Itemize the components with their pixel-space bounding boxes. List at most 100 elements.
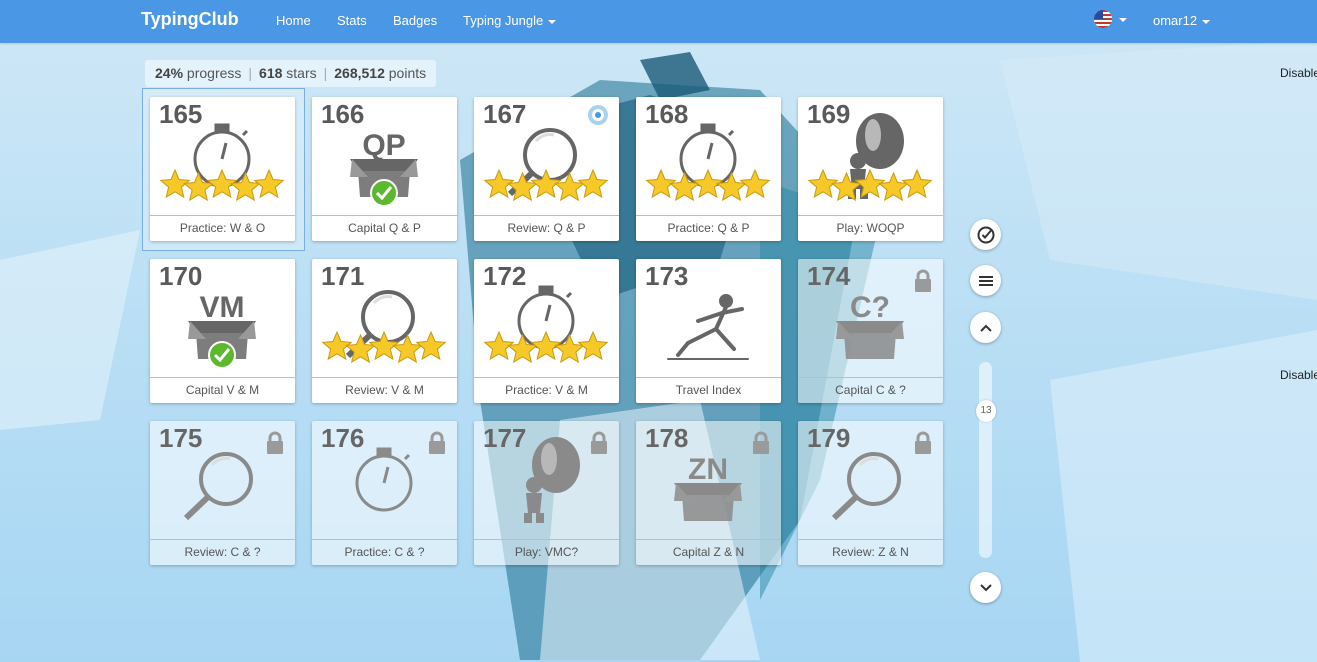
disable-label[interactable]: Disable [1280,66,1317,80]
box-icon: C? [836,291,904,359]
svg-text:ZN: ZN [688,453,728,486]
svg-text:C?: C? [850,291,890,324]
star-icon [553,333,586,364]
lock-icon [591,431,607,454]
language-dropdown[interactable] [1092,8,1132,32]
nav-badges[interactable]: Badges [393,13,437,28]
lesson-card-169[interactable]: 169 Play: WOQP [798,97,943,241]
lesson-card-179[interactable]: 179 Review: Z & N [798,421,943,565]
menu-icon [978,275,993,286]
points-label: points [388,65,427,81]
lesson-number: 173 [645,261,689,291]
star-icon [668,171,701,202]
caret-down-icon [1119,18,1127,22]
lesson-title: Capital V & M [150,377,295,403]
lesson-number: 179 [807,423,851,453]
balloon-icon [524,437,580,523]
lesson-title: Practice: V & M [474,377,619,403]
lock-icon [267,431,283,454]
magnifier-icon [183,452,253,521]
menu-button[interactable] [970,265,1001,296]
lesson-card-172[interactable]: 172 Practice: V & M [474,259,619,403]
lesson-title: Practice: C & ? [312,539,457,565]
magnifier-icon [831,452,901,521]
lesson-title: Practice: Q & P [636,215,781,241]
lesson-number: 174 [807,261,851,291]
lesson-title: Review: Z & N [798,539,943,565]
page-indicator[interactable]: 13 [976,400,996,422]
lesson-card-170[interactable]: VM 170 Capital V & M [150,259,295,403]
lesson-number: 170 [159,261,203,291]
brand-logo[interactable]: TypingClub [141,9,239,30]
lesson-number: 167 [483,99,527,129]
star-icon [253,168,285,199]
us-flag-icon [1094,10,1112,28]
lesson-title: Travel Index [636,377,781,403]
lesson-title: Capital Q & P [312,215,457,241]
caret-down-icon [548,19,557,24]
progress-stats-bar: 24% progress | 618 stars | 268,512 points [145,60,437,87]
lesson-title: Play: WOQP [798,215,943,241]
nav-typing-jungle-label: Typing Jungle [463,13,544,28]
chevron-down-icon [979,583,992,591]
lesson-card-171[interactable]: 171 Review: V & M [312,259,457,403]
star-icon [577,330,609,361]
lesson-title: Review: C & ? [150,539,295,565]
lesson-card-166[interactable]: QP 166 Capital Q & P [312,97,457,241]
lesson-card-177[interactable]: 177 Play: VMC? [474,421,619,565]
check-button[interactable] [970,219,1001,250]
lesson-card-178[interactable]: ZN 178 Capital Z & N [636,421,781,565]
nav-home[interactable]: Home [276,13,311,28]
lesson-card-174[interactable]: C? 174 Capital C & ? [798,259,943,403]
username: omar12 [1153,13,1198,28]
nav-typing-jungle-dropdown[interactable]: Typing Jungle [463,13,557,28]
lesson-number: 169 [807,99,851,129]
lesson-card-167[interactable]: 167 Review: Q & P [474,97,619,241]
star-icon [715,171,748,202]
lesson-number: 165 [159,99,203,129]
lesson-title: Practice: W & O [150,215,295,241]
lesson-title: Review: Q & P [474,215,619,241]
progress-value: 24% [155,65,184,81]
lesson-card-175[interactable]: 175 Review: C & ? [150,421,295,565]
lesson-number: 168 [645,99,689,129]
star-icon [506,333,539,364]
progress-label: progress [186,65,242,81]
star-icon [229,171,262,202]
scroll-up-button[interactable] [970,312,1001,343]
lesson-card-173[interactable]: 173 Travel Index [636,259,781,403]
lesson-title: Capital Z & N [636,539,781,565]
disable-label[interactable]: Disable [1280,368,1317,382]
completed-check-icon [208,341,236,369]
star-icon [901,168,933,199]
svg-text:QP: QP [362,129,405,162]
lesson-number: 166 [321,99,365,129]
lesson-title: Review: V & M [312,377,457,403]
lesson-number: 172 [483,261,527,291]
lesson-card-165[interactable]: 165 Practice: W & O [150,97,295,241]
stars-value: 618 [259,65,283,81]
box-icon: ZN [674,453,742,521]
lesson-card-176[interactable]: 176 Practice: C & ? [312,421,457,565]
lock-icon [915,269,931,292]
badge-icon [588,105,608,125]
lock-icon [915,431,931,454]
star-icon [182,171,215,202]
points-value: 268,512 [334,65,385,81]
user-menu-dropdown[interactable]: omar12 [1153,13,1211,28]
stopwatch-icon [355,447,413,512]
completed-check-icon [370,179,398,207]
star-icon [877,171,910,202]
nav-stats[interactable]: Stats [337,13,367,28]
caret-down-icon [1202,19,1211,24]
lock-icon [753,431,769,454]
top-navbar: TypingClub Home Stats Badges Typing Jung… [0,0,1317,43]
page-scrollbar[interactable] [979,362,992,558]
lunge-figure-icon [667,294,749,360]
star-icon [506,171,539,202]
lesson-card-168[interactable]: 168 Practice: Q & P [636,97,781,241]
lesson-title: Play: VMC? [474,539,619,565]
star-icon [739,168,771,199]
scroll-down-button[interactable] [970,572,1001,603]
lesson-number: 176 [321,423,365,453]
